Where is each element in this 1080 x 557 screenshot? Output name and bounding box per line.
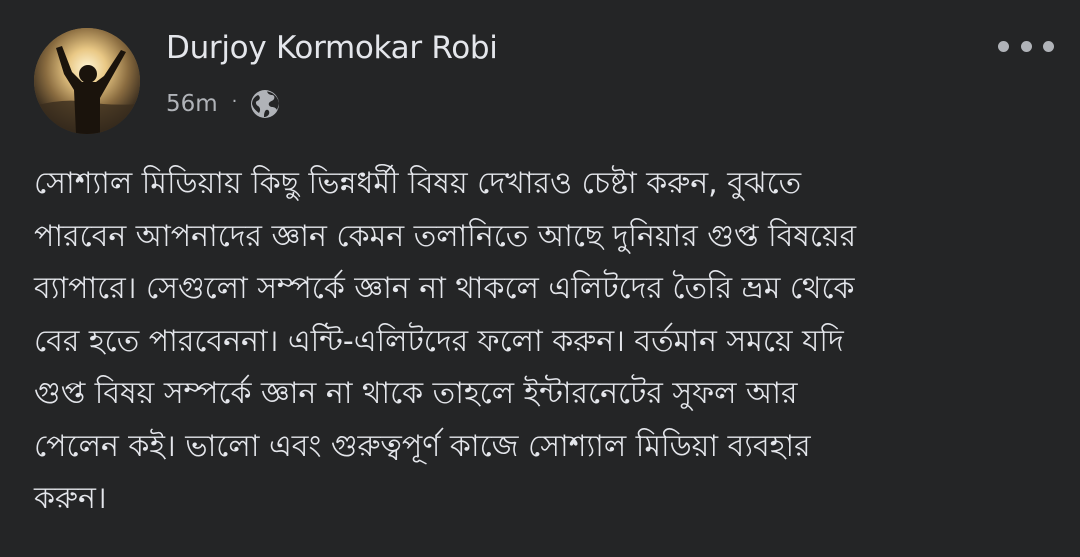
author-name[interactable]: Durjoy Kormokar Robi	[166, 30, 498, 66]
post-text-line: পেলেন কই। ভালো এবং গুরুত্বপূর্ণ কাজে সোশ…	[34, 428, 811, 464]
avatar[interactable]	[34, 28, 140, 134]
globe-icon[interactable]	[249, 88, 281, 120]
more-options-button[interactable]	[998, 32, 1054, 60]
avatar-photo	[34, 28, 140, 134]
facebook-post: Durjoy Kormokar Robi 56m · সোশ্যাল মিডিয…	[0, 0, 1080, 557]
post-text-line: করুন।	[34, 481, 107, 516]
more-options-dot	[1043, 40, 1054, 52]
post-text: সোশ্যাল মিডিয়ায় কিছু ভিন্নধর্মী বিষয় …	[34, 158, 1044, 526]
post-text-line: ব্যাপারে। সেগুলো সম্পর্কে জ্ঞান না থাকলে…	[34, 271, 855, 306]
meta-separator: ·	[231, 90, 238, 112]
post-text-line: পারবেন আপনাদের জ্ঞান কেমন তলানিতে আছে দু…	[34, 218, 857, 254]
post-text-line: বের হতে পারবেননা। এন্টি-এলিটদের ফলো করুন…	[34, 323, 844, 359]
more-options-dot	[1020, 40, 1032, 52]
post-timestamp[interactable]: 56m	[166, 91, 218, 117]
post-text-line: সোশ্যাল মিডিয়ায় কিছু ভিন্নধর্মী বিষয় …	[34, 166, 802, 201]
more-options-icon	[998, 40, 1009, 52]
post-meta: 56m ·	[166, 86, 281, 122]
post-text-line: গুপ্ত বিষয় সম্পর্কে জ্ঞান না থাকে তাহলে…	[34, 376, 798, 411]
